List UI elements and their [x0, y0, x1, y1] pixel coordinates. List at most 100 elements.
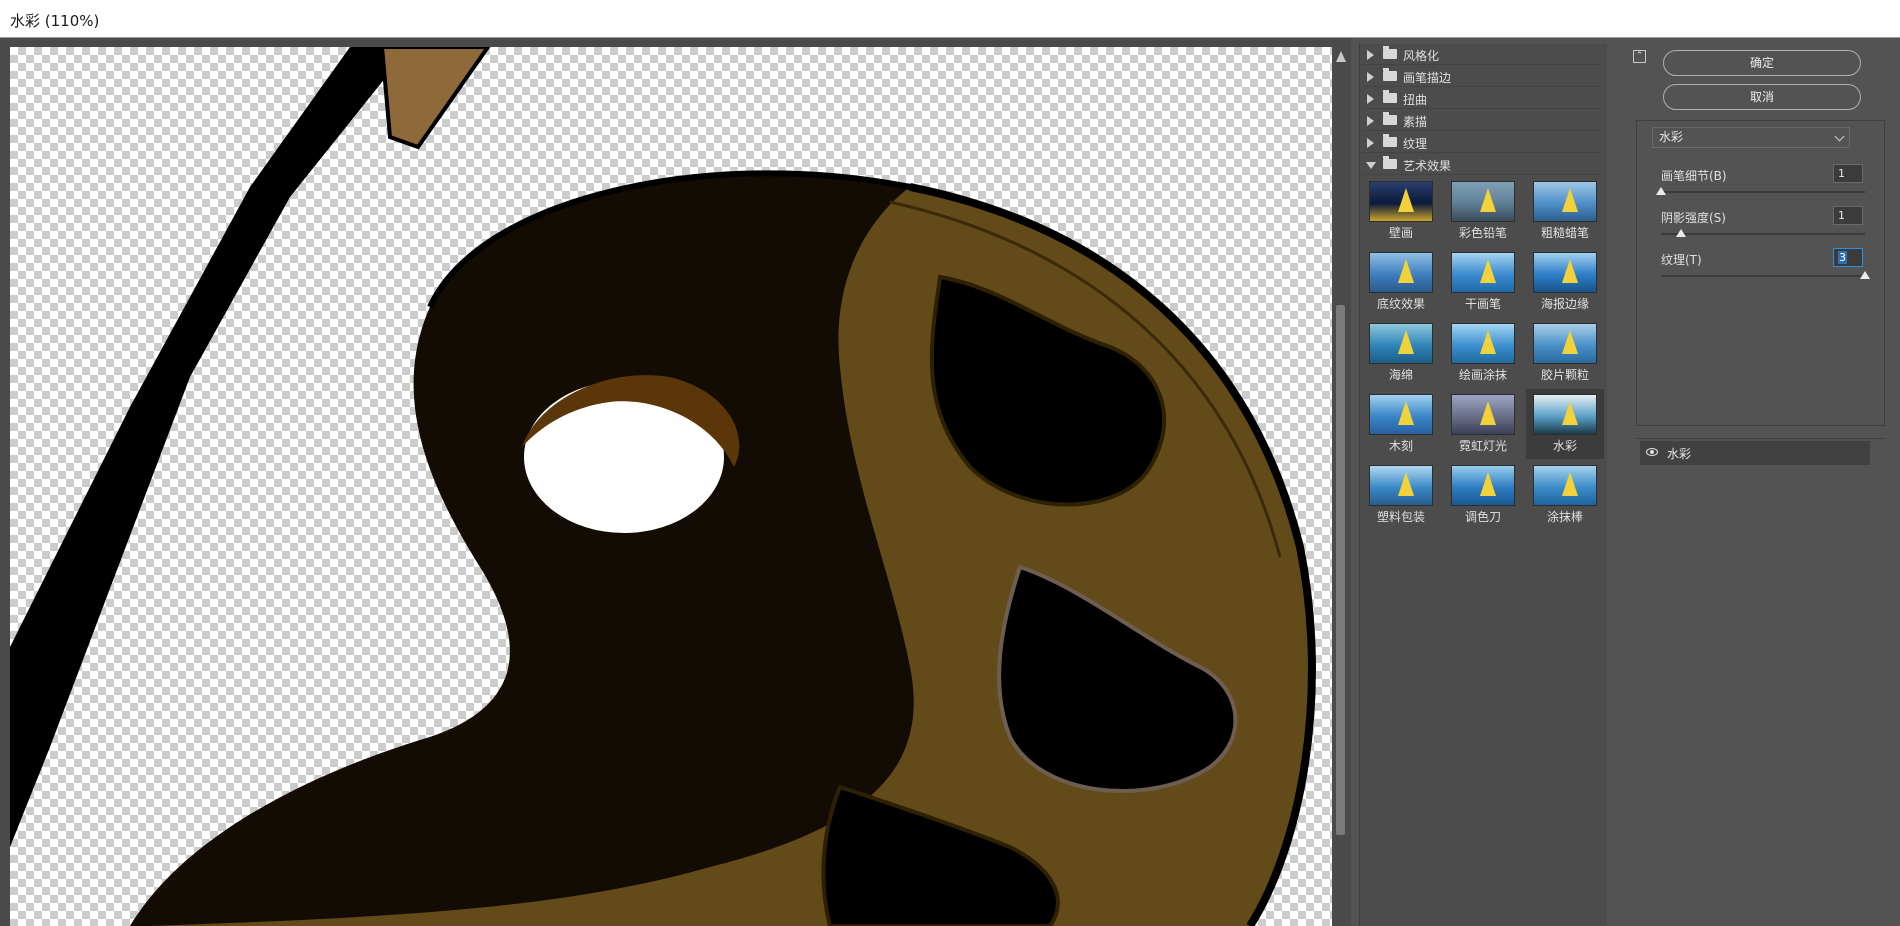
filter-preview-image [1369, 465, 1433, 506]
collapse-gallery-icon[interactable]: ⌃ [1633, 50, 1646, 63]
filter-thumb-label: 干画笔 [1464, 297, 1501, 311]
param-shadow-intensity: 阴影强度(S) 1 [1661, 206, 1867, 242]
filter-thumb[interactable]: 海报边缘 [1526, 247, 1604, 317]
preview-image [10, 47, 1316, 926]
shadow-intensity-input[interactable]: 1 [1833, 206, 1863, 225]
filter-category-distort[interactable]: 扭曲 [1363, 88, 1603, 109]
filter-thumb[interactable]: 涂抹棒 [1526, 460, 1604, 530]
sailboat-icon [1562, 330, 1578, 354]
filter-preview-image [1451, 181, 1515, 222]
filter-preview-image [1369, 252, 1433, 293]
sailboat-icon [1480, 330, 1496, 354]
filter-thumb[interactable]: 海绵 [1362, 318, 1440, 388]
filter-thumb[interactable]: 干画笔 [1444, 247, 1522, 317]
sailboat-icon [1398, 259, 1414, 283]
ok-button[interactable]: 确定 [1663, 50, 1861, 76]
filter-gallery-list: 风格化 画笔描边 扭曲 素描 纹理 艺术效果 壁画 彩色铅笔 粗糙蜡笔底纹效果 干画笔… [1359, 44, 1607, 926]
filter-thumb-label: 彩色铅笔 [1458, 226, 1507, 240]
sailboat-icon [1480, 472, 1496, 496]
filter-thumb[interactable]: 彩色铅笔 [1444, 176, 1522, 246]
filter-thumb-label: 海绵 [1388, 368, 1413, 382]
filter-thumb-label: 海报边缘 [1540, 297, 1589, 311]
preview-area[interactable] [0, 38, 1351, 926]
brush-detail-slider-knob[interactable] [1656, 187, 1666, 195]
effect-layer-row[interactable]: 水彩 [1640, 441, 1870, 465]
filter-thumb-label: 绘画涂抹 [1458, 368, 1507, 382]
filter-thumb[interactable]: 胶片颗粒 [1526, 318, 1604, 388]
texture-input[interactable]: 3 [1833, 248, 1863, 267]
expand-triangle-icon [1367, 116, 1374, 126]
sailboat-icon [1398, 188, 1414, 212]
filter-thumb-label: 底纹效果 [1376, 297, 1425, 311]
sailboat-icon [1562, 401, 1578, 425]
filter-thumb[interactable]: 塑料包装 [1362, 460, 1440, 530]
texture-slider-track[interactable] [1661, 275, 1865, 277]
folder-open-icon [1383, 156, 1397, 169]
filter-thumb[interactable]: 粗糙蜡笔 [1526, 176, 1604, 246]
filter-thumb[interactable]: 木刻 [1362, 389, 1440, 459]
scroll-thumb[interactable] [1336, 305, 1345, 835]
sailboat-icon [1480, 188, 1496, 212]
filter-category-stylize[interactable]: 风格化 [1363, 44, 1603, 65]
expand-triangle-icon [1367, 94, 1374, 104]
folder-icon [1383, 112, 1397, 125]
sailboat-icon [1480, 401, 1496, 425]
filter-thumb-label: 涂抹棒 [1546, 510, 1583, 524]
filter-thumb-label: 水彩 [1552, 439, 1577, 453]
filter-thumb[interactable]: 壁画 [1362, 176, 1440, 246]
filter-select-dropdown[interactable]: 水彩 [1652, 127, 1850, 148]
folder-icon [1383, 68, 1397, 81]
filter-thumb-label: 壁画 [1388, 226, 1413, 240]
filter-preview-image [1451, 252, 1515, 293]
collapse-triangle-icon [1366, 162, 1376, 169]
filter-preview-image [1451, 323, 1515, 364]
preview-vertical-scrollbar[interactable] [1333, 47, 1349, 926]
filter-thumb-label: 调色刀 [1464, 510, 1501, 524]
shadow-intensity-slider-knob[interactable] [1676, 229, 1687, 237]
filter-thumb-label: 塑料包装 [1376, 510, 1425, 524]
chevron-down-icon [1834, 131, 1845, 142]
expand-triangle-icon [1367, 50, 1374, 60]
filter-preview-image [1533, 323, 1597, 364]
brush-detail-slider-track[interactable] [1661, 191, 1865, 193]
folder-icon [1383, 46, 1397, 59]
filter-category-brush-strokes[interactable]: 画笔描边 [1363, 66, 1603, 87]
filter-preview-image [1369, 323, 1433, 364]
preview-canvas[interactable] [10, 47, 1332, 926]
sailboat-icon [1398, 401, 1414, 425]
filter-thumb[interactable]: 水彩 [1526, 389, 1604, 459]
filter-thumb[interactable]: 绘画涂抹 [1444, 318, 1522, 388]
window-title: 水彩 (110%) [10, 12, 100, 30]
sailboat-icon [1562, 188, 1578, 212]
filter-thumb[interactable]: 底纹效果 [1362, 247, 1440, 317]
expand-triangle-icon [1367, 72, 1374, 82]
brush-detail-input[interactable]: 1 [1833, 164, 1863, 183]
shadow-intensity-slider-track[interactable] [1661, 233, 1865, 235]
visibility-eye-icon[interactable] [1646, 448, 1658, 456]
filter-thumb-label: 霓虹灯光 [1458, 439, 1507, 453]
filter-preview-image [1533, 252, 1597, 293]
title-bar: 水彩 (110%) [0, 0, 1900, 38]
scroll-up-arrow-icon[interactable] [1336, 51, 1346, 62]
sailboat-icon [1562, 472, 1578, 496]
filter-thumb[interactable]: 霓虹灯光 [1444, 389, 1522, 459]
filter-category-texture[interactable]: 纹理 [1363, 132, 1603, 153]
param-brush-detail: 画笔细节(B) 1 [1656, 164, 1867, 200]
sailboat-icon [1398, 330, 1414, 354]
filter-category-sketch[interactable]: 素描 [1363, 110, 1603, 131]
texture-slider-knob[interactable] [1860, 271, 1870, 279]
filter-thumb[interactable]: 调色刀 [1444, 460, 1522, 530]
filter-preview-image [1369, 394, 1433, 435]
filter-preview-image [1533, 181, 1597, 222]
filter-preview-image [1451, 394, 1515, 435]
filter-category-artistic[interactable]: 艺术效果 [1363, 154, 1603, 175]
folder-icon [1383, 90, 1397, 103]
filter-preview-image [1533, 465, 1597, 506]
filter-thumb-label: 胶片颗粒 [1540, 368, 1589, 382]
expand-triangle-icon [1367, 138, 1374, 148]
filter-preview-image [1451, 465, 1515, 506]
cancel-button[interactable]: 取消 [1663, 84, 1861, 110]
folder-icon [1383, 134, 1397, 147]
filter-thumb-label: 木刻 [1388, 439, 1413, 453]
sailboat-icon [1398, 472, 1414, 496]
